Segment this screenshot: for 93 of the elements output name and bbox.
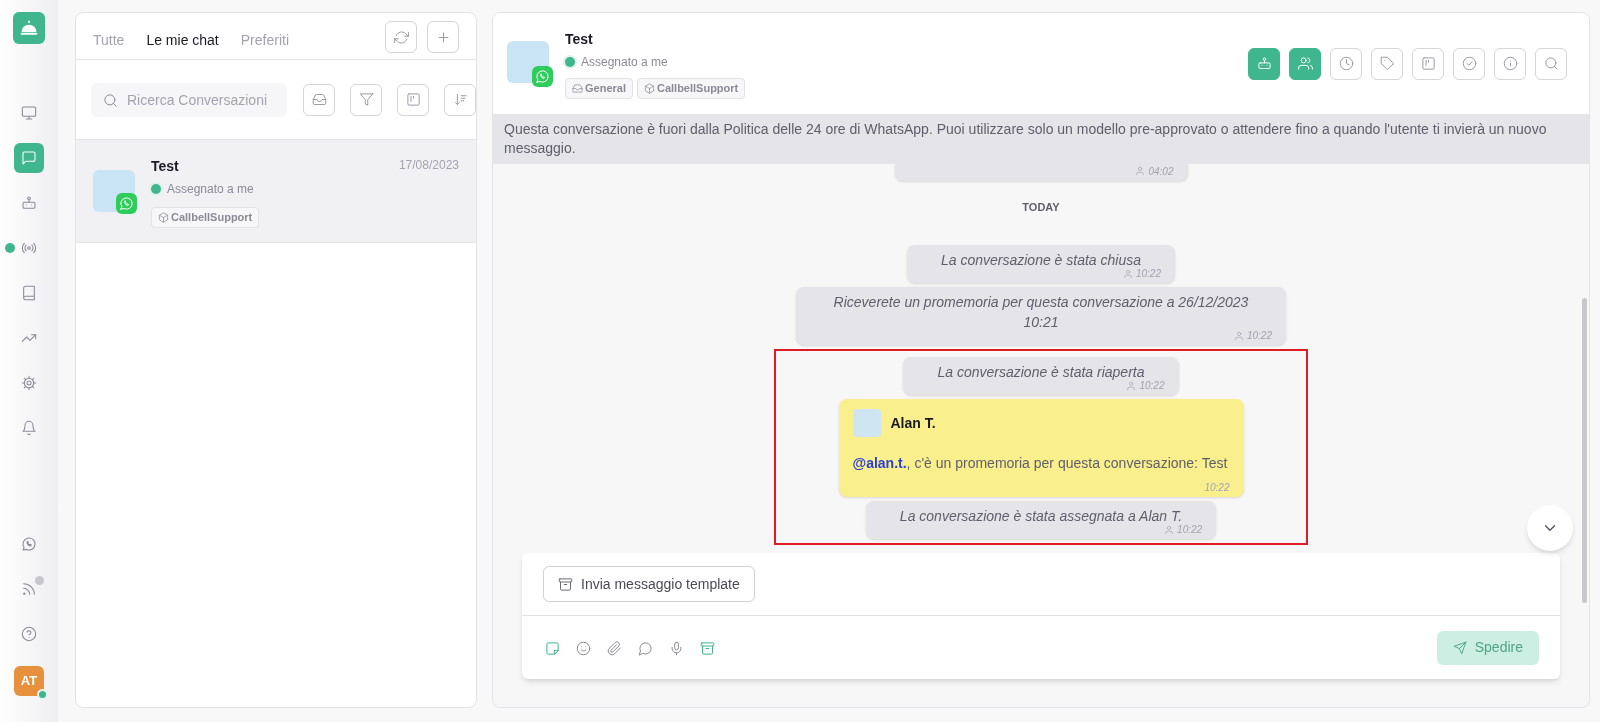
policy-warning-banner: Questa conversazione è fuori dalla Politica delle 24 ore di WhatsApp. Puoi utilizzare solo un modello pre-approvato o attendere fino a quando l'utente ti invierà un nuovo messaggio. (493, 114, 1589, 164)
reminder-button[interactable] (1330, 47, 1362, 80)
message-time: 10:22 (1135, 267, 1161, 281)
chat-filter-tab[interactable]: Preferiti (240, 29, 289, 51)
sort-button[interactable] (444, 83, 476, 116)
cube-icon (158, 212, 169, 223)
inbox-icon (311, 92, 327, 107)
service-bell-logo[interactable] (13, 12, 45, 44)
smile-icon (575, 640, 591, 656)
sort-icon (452, 92, 468, 107)
search-icon (1543, 56, 1559, 71)
chat-filter-tab[interactable]: Tutte (93, 29, 125, 51)
robot-icon (21, 195, 37, 211)
template-message-button[interactable]: Invia messaggio template (543, 566, 755, 602)
rail-nav-item[interactable] (14, 143, 44, 173)
tag-chip: CallbellSupport (151, 207, 260, 228)
archive-icon (699, 640, 715, 656)
board-icon (1420, 56, 1436, 71)
search-icon (103, 92, 118, 108)
info-button[interactable] (1494, 47, 1526, 80)
robot-icon (1256, 56, 1272, 71)
paperclip-icon (606, 640, 622, 656)
contact-name: Test (151, 157, 179, 176)
user-icon (1135, 166, 1146, 176)
clock-icon (1338, 56, 1354, 71)
user-icon (1233, 330, 1244, 341)
search-button[interactable] (1535, 47, 1567, 80)
chat-filter-tab[interactable]: Le mie chat (146, 29, 219, 51)
bot-button[interactable] (1248, 47, 1280, 80)
board-button[interactable] (397, 83, 429, 116)
info-icon (1502, 56, 1518, 71)
settings-icon (21, 375, 37, 391)
tag-chip: General (565, 77, 633, 99)
note-author: Alan T. (890, 413, 936, 433)
users-icon (1297, 56, 1313, 71)
cube-icon (643, 82, 655, 94)
message-text: La conversazione è stata chiusa (940, 251, 1142, 269)
assignment-status: Assegnato a me (581, 53, 668, 71)
send-icon (1452, 640, 1467, 655)
new-chat-button[interactable] (427, 21, 459, 53)
inbox-button[interactable] (303, 83, 335, 116)
refresh-button[interactable] (385, 21, 417, 53)
tag-button[interactable] (1371, 47, 1403, 80)
bell-icon (21, 420, 37, 436)
conversation-date: 17/08/2023 (398, 157, 459, 174)
quick-reply-button[interactable] (636, 639, 654, 657)
conversation-item[interactable]: Test 17/08/2023 Assegnato a me CallbellSupport (76, 140, 476, 243)
emoji-button[interactable] (574, 639, 592, 657)
chat-bubble-icon (21, 150, 37, 166)
note-text: @alan.t., c'è un promemoria per questa conversazione: Test (852, 454, 1229, 473)
help-icon (21, 626, 37, 642)
filter-button[interactable] (350, 83, 382, 116)
message-time: 10:22 (1204, 481, 1230, 495)
book-icon (21, 285, 37, 301)
scrollbar[interactable] (1582, 298, 1587, 603)
board-icon (405, 92, 421, 107)
message-text: La conversazione è stata assegnata a Alan T. (898, 507, 1184, 525)
day-divider: TODAY (1022, 199, 1060, 215)
search-field[interactable]: Ricerca Conversazioni (91, 82, 287, 117)
photo-placeholder (852, 409, 881, 437)
attachment-button[interactable] (605, 639, 623, 657)
check-circle-icon (1461, 56, 1477, 71)
scroll-down-button[interactable] (1527, 505, 1573, 551)
message-text: Riceverete un promemoria per questa conversazione a 26/12/2023 10:21 (832, 293, 1250, 331)
user-icon (1122, 268, 1133, 279)
plus-icon (435, 29, 451, 45)
inbox-icon (572, 82, 583, 94)
board-button[interactable] (1412, 47, 1444, 80)
assignment-status: Assegnato a me (167, 181, 254, 198)
whatsapp-icon (21, 536, 37, 552)
template-button[interactable] (698, 639, 716, 657)
resolve-button[interactable] (1453, 47, 1485, 80)
message-time: 10:22 (1139, 380, 1165, 393)
tag-icon (1379, 56, 1395, 71)
refresh-icon (393, 29, 409, 45)
note-icon (544, 640, 560, 656)
rss-icon (21, 581, 37, 597)
user-icon (1126, 380, 1137, 391)
message-time: 10:22 (1177, 523, 1203, 537)
filter-icon (358, 92, 374, 107)
speech-bubble-icon (637, 640, 653, 656)
message-text: La conversazione è stata riaperta (936, 363, 1146, 381)
note-button[interactable] (543, 639, 561, 657)
archive-icon (558, 576, 573, 592)
message-time: 10:22 (1246, 329, 1272, 343)
broadcast-icon (21, 240, 37, 256)
user-icon (1164, 524, 1175, 535)
message-time: 04:02 (1148, 164, 1174, 179)
microphone-icon (668, 640, 684, 656)
contact-name: Test (565, 29, 594, 49)
tag-chip: CallbellSupport (636, 77, 746, 99)
team-button[interactable] (1289, 47, 1321, 80)
monitor-icon (21, 105, 37, 121)
